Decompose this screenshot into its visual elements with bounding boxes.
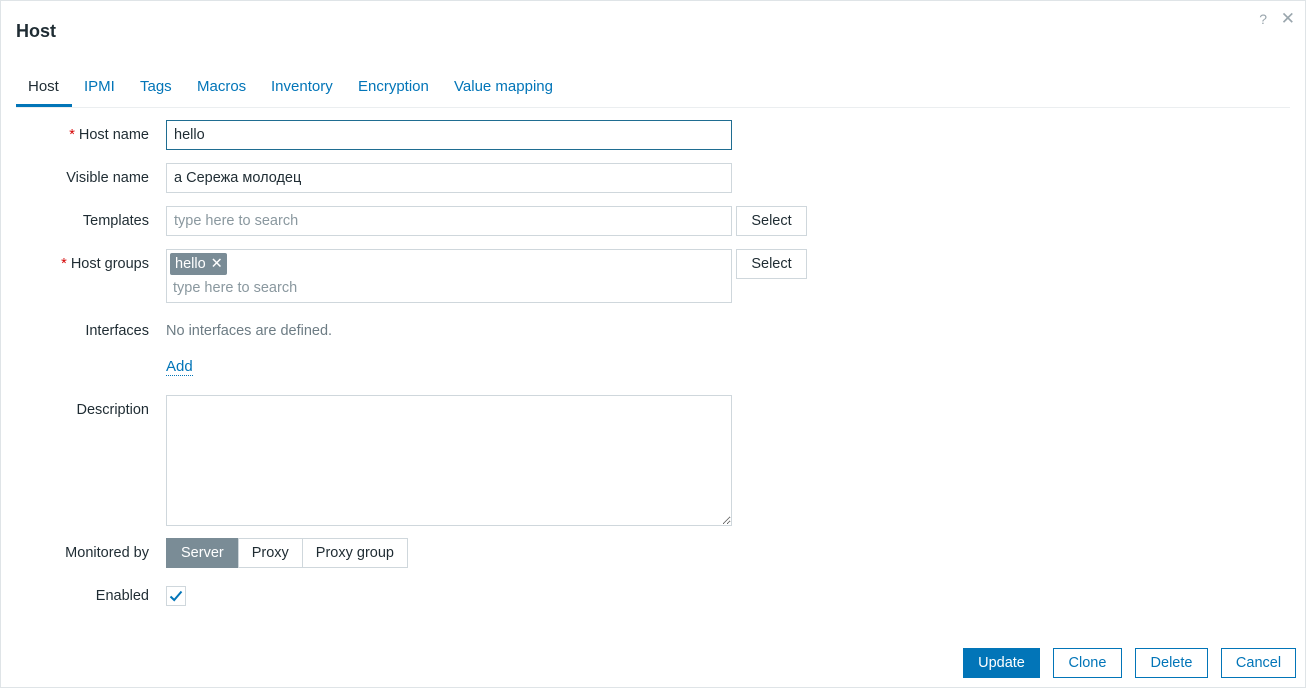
enabled-label: Enabled [95, 588, 149, 604]
tab-host[interactable]: Host [28, 78, 59, 106]
host-groups-multiselect: hello ✕ [166, 249, 739, 303]
help-icon[interactable]: ? [1259, 11, 1267, 27]
clone-button[interactable]: Clone [1053, 648, 1122, 678]
close-icon[interactable]: ✕ [1281, 9, 1295, 29]
monitored-by-segmented-control: Server Proxy Proxy group [166, 538, 408, 568]
monitored-by-proxy-option[interactable]: Proxy [237, 538, 303, 568]
tab-encryption[interactable]: Encryption [358, 78, 429, 106]
templates-search-input[interactable] [166, 206, 732, 236]
description-textarea[interactable] [166, 395, 732, 526]
monitored-by-proxy-group-option[interactable]: Proxy group [301, 538, 408, 568]
host-groups-label: * Host groups [61, 256, 149, 272]
remove-chip-icon[interactable]: ✕ [211, 253, 223, 275]
visible-name-label: Visible name [66, 170, 149, 186]
dialog-title: Host [16, 21, 56, 41]
enabled-checkbox[interactable] [166, 586, 186, 606]
host-group-chip-label: hello [175, 256, 206, 272]
tab-bar: Host IPMI Tags Macros Inventory Encrypti… [16, 71, 1290, 108]
host-dialog: Host ? ✕ Host IPMI Tags Macros Inventory… [0, 0, 1306, 688]
update-button[interactable]: Update [963, 648, 1040, 678]
description-label: Description [76, 402, 149, 418]
monitored-by-server-option[interactable]: Server [166, 538, 239, 568]
tab-macros[interactable]: Macros [197, 78, 246, 106]
host-groups-search-input[interactable] [167, 276, 739, 300]
required-marker: * [61, 256, 67, 272]
cancel-button[interactable]: Cancel [1221, 648, 1296, 678]
interfaces-label: Interfaces [85, 323, 149, 339]
host-group-chip: hello ✕ [170, 253, 227, 275]
tab-inventory[interactable]: Inventory [271, 78, 333, 106]
checkmark-icon [169, 590, 183, 602]
templates-label: Templates [82, 213, 149, 229]
delete-button[interactable]: Delete [1135, 648, 1208, 678]
active-tab-indicator [16, 104, 72, 107]
add-interface-link[interactable]: Add [166, 358, 193, 376]
tab-tags[interactable]: Tags [140, 78, 172, 106]
visible-name-input[interactable] [166, 163, 732, 193]
monitored-by-label: Monitored by [65, 545, 149, 561]
no-interfaces-text: No interfaces are defined. [166, 323, 333, 339]
tab-ipmi[interactable]: IPMI [84, 78, 115, 106]
host-groups-select-button[interactable]: Select [736, 249, 807, 279]
host-name-input[interactable] [166, 120, 732, 150]
templates-select-button[interactable]: Select [736, 206, 807, 236]
required-marker: * [69, 127, 75, 143]
tab-value-mapping[interactable]: Value mapping [454, 78, 553, 106]
host-name-label: * Host name [69, 127, 149, 143]
